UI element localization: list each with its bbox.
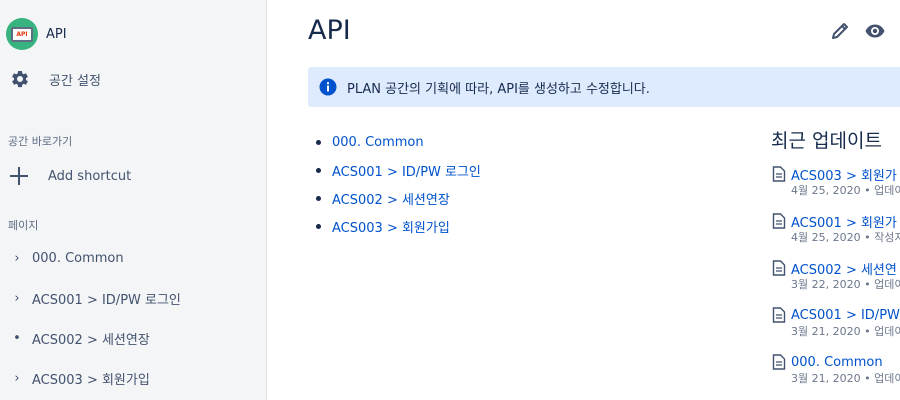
recent-update-item: ACS001 > 회원가 4월 25, 2020 • 작성지 [772,212,900,246]
add-shortcut-label: Add shortcut [48,168,132,184]
space-header[interactable]: API API [6,17,67,51]
bullet-icon [316,167,321,173]
info-panel: PLAN 공간의 기획에 따라, API를 생성하고 수정합니다. [308,67,900,107]
child-page-link[interactable]: 000. Common [332,135,424,150]
list-item: ACS003 > 회원가입 [316,212,481,240]
child-pages-list: 000. Common ACS001 > ID/PW 로그인 ACS002 > … [316,128,481,240]
list-item: 000. Common [316,128,481,156]
edit-button[interactable] [829,20,851,42]
document-icon [772,213,786,229]
chevron-right-icon[interactable]: › [10,251,24,266]
sidebar-page-item[interactable]: › ACS001 > ID/PW 로그인 [10,287,181,309]
add-shortcut-button[interactable]: Add shortcut [9,164,131,188]
sidebar-page-label: ACS003 > 회원가입 [32,372,150,388]
shortcuts-heading: 공간 바로가기 [8,135,73,148]
watch-button[interactable] [864,20,886,42]
info-icon [319,78,337,96]
recent-update-item: ACS003 > 회원가 4월 25, 2020 • 업데이 [772,165,900,199]
space-avatar-monitor-icon: API [11,26,33,42]
pencil-icon [832,23,848,39]
recent-update-item: ACS001 > ID/PW 3월 21, 2020 • 업데이 [772,306,900,340]
bullet-icon: • [13,330,21,346]
info-text: PLAN 공간의 기획에 따라, API를 생성하고 수정합니다. [347,81,650,97]
bullet-icon [316,139,321,145]
child-page-link[interactable]: ACS002 > 세션연장 [332,189,450,208]
recent-update-link[interactable]: ACS003 > 회원가 [791,165,897,184]
chevron-right-icon[interactable]: › [10,371,24,386]
document-icon [772,166,786,182]
recent-update-meta: 4월 25, 2020 • 업데이 [791,184,900,197]
child-page-link[interactable]: ACS003 > 회원가입 [332,217,450,236]
recent-update-meta: 3월 21, 2020 • 업데이 [791,372,900,385]
sidebar: API API 공간 설정 공간 바로가기 Add shortcut 페이지 ›… [0,0,267,400]
sidebar-page-label: ACS001 > ID/PW 로그인 [32,292,181,308]
recent-update-link[interactable]: 000. Common [791,355,883,370]
sidebar-page-item[interactable]: › 000. Common [10,247,124,269]
sidebar-page-label: ACS002 > 세션연장 [32,332,150,348]
eye-icon [865,24,885,38]
space-name[interactable]: API [46,27,67,42]
recent-update-meta: 3월 21, 2020 • 업데이 [791,325,900,338]
recent-update-link[interactable]: ACS002 > 세션연 [791,259,897,278]
space-avatar-text: API [16,30,28,38]
recent-update-meta: 3월 22, 2020 • 업데이 [791,278,900,291]
sidebar-page-item[interactable]: › ACS003 > 회원가입 [10,367,150,389]
recent-update-item: ACS002 > 세션연 3월 22, 2020 • 업데이 [772,259,900,293]
plus-icon [10,167,28,185]
list-item: ACS002 > 세션연장 [316,184,481,212]
bullet-icon [316,195,321,201]
bullet-icon [316,223,321,229]
space-avatar[interactable]: API [6,18,38,50]
recent-update-link[interactable]: ACS001 > ID/PW [791,308,900,323]
chevron-right-icon[interactable]: › [10,291,24,306]
list-item: ACS001 > ID/PW 로그인 [316,156,481,184]
document-icon [772,260,786,276]
pages-heading: 페이지 [8,219,39,232]
recent-update-item: 000. Common 3월 21, 2020 • 업데이 [772,353,900,387]
sidebar-page-item[interactable]: • ACS002 > 세션연장 [10,327,150,349]
document-icon [772,354,786,370]
child-page-link[interactable]: ACS001 > ID/PW 로그인 [332,161,481,180]
recent-update-meta: 4월 25, 2020 • 작성지 [791,231,900,244]
recent-updates-heading: 최근 업데이트 [771,130,882,152]
document-icon [772,307,786,323]
recent-update-link[interactable]: ACS001 > 회원가 [791,212,897,231]
space-settings-link[interactable]: 공간 설정 [10,66,101,92]
page-title: API [308,15,351,46]
space-settings-label: 공간 설정 [49,73,101,89]
gear-icon [12,70,28,88]
sidebar-page-label: 000. Common [32,250,124,266]
